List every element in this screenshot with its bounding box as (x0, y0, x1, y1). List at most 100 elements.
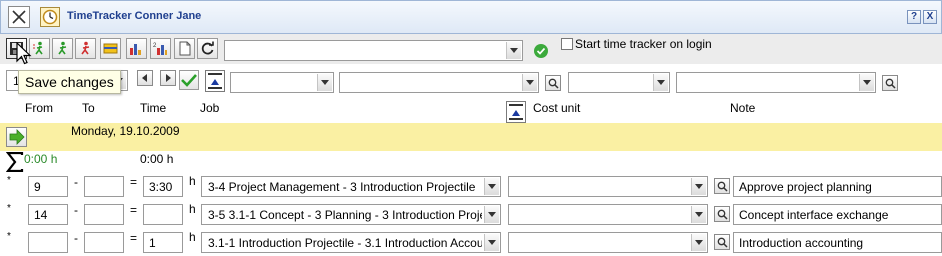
row-hour-unit: h (189, 230, 196, 244)
row-equals: = (130, 231, 138, 245)
cost-unit-sort-button[interactable] (506, 101, 526, 123)
card-icon (103, 43, 118, 54)
statistics-button[interactable] (126, 38, 147, 59)
header-time: Time (140, 101, 167, 115)
walk-green-icon (33, 41, 43, 55)
cost-unit-search-button[interactable] (714, 178, 730, 194)
note-field[interactable]: Concept interface exchange (733, 204, 942, 225)
filter-cost-unit-select[interactable] (568, 72, 670, 93)
new-document-button[interactable] (174, 38, 195, 59)
card-button[interactable] (100, 38, 121, 59)
row-equals: = (130, 203, 138, 217)
sort-icon (509, 104, 523, 120)
note-field[interactable]: Introduction accounting (733, 232, 942, 253)
start-tracker-label: Start time tracker on login (575, 37, 712, 51)
prev-day-button[interactable] (137, 70, 153, 86)
activity-select[interactable] (224, 40, 523, 61)
note-field[interactable]: Approve project planning (733, 176, 942, 197)
cost-unit-select[interactable] (508, 232, 708, 253)
chevron-down-icon (522, 74, 537, 91)
chevron-down-icon (317, 74, 332, 91)
time-field[interactable]: 1 (143, 232, 183, 253)
walk-out-button[interactable] (75, 38, 96, 59)
header-note: Note (730, 101, 756, 115)
chevron-down-icon (859, 74, 874, 91)
header-from: From (25, 101, 53, 115)
bar-chart-2-icon: 2 (153, 43, 167, 55)
row-dash: - (74, 231, 78, 245)
search-icon (717, 237, 728, 248)
to-field[interactable] (84, 204, 124, 225)
sum-icon (6, 152, 24, 172)
window-close-button[interactable]: X (923, 10, 937, 24)
chevron-down-icon (484, 178, 499, 195)
total-elapsed: 0:00 h (24, 152, 58, 166)
walk-in-button[interactable] (52, 38, 73, 59)
refresh-icon (201, 41, 214, 55)
filter-note-select[interactable] (676, 72, 876, 93)
triangle-right-icon (166, 74, 171, 82)
row-equals: = (130, 175, 138, 189)
to-field[interactable] (84, 176, 124, 197)
confirm-button[interactable] (534, 44, 548, 58)
close-button[interactable] (8, 6, 30, 28)
chevron-down-icon (653, 74, 668, 91)
app-clock-icon (40, 7, 60, 27)
help-button[interactable]: ? (907, 10, 921, 24)
triangle-left-icon (142, 74, 147, 82)
job-select[interactable]: 3-5 3.1-1 Concept - 3 Planning - 3 Intro… (201, 204, 501, 225)
cost-unit-select[interactable] (508, 176, 708, 197)
sort-button[interactable] (205, 70, 225, 92)
next-day-button[interactable] (160, 70, 176, 86)
filter-project-select[interactable] (339, 72, 539, 93)
from-field[interactable]: 14 (28, 204, 68, 225)
time-field[interactable]: 3:30 (143, 176, 183, 197)
row-modified-marker: * (7, 175, 11, 186)
chevron-down-icon (484, 206, 499, 223)
chevron-down-icon (691, 206, 706, 223)
search-job-button[interactable] (545, 75, 561, 91)
arrow-right-icon (9, 129, 25, 145)
sort-icon (208, 73, 222, 89)
svg-text:2: 2 (153, 43, 157, 49)
check-icon (536, 47, 546, 55)
header-cost-unit: Cost unit (533, 101, 581, 115)
clock-in-button[interactable] (29, 38, 50, 59)
search-icon (548, 78, 559, 89)
from-field[interactable] (28, 232, 68, 253)
row-hour-unit: h (189, 174, 196, 188)
apply-filter-button[interactable] (179, 70, 199, 90)
row-modified-marker: * (7, 231, 11, 242)
walk-green-icon (58, 41, 67, 55)
bar-chart-icon (130, 44, 141, 55)
window-title: TimeTracker Conner Jane (67, 10, 202, 22)
from-field[interactable]: 9 (28, 176, 68, 197)
filter-job-select[interactable] (230, 72, 334, 93)
row-dash: - (74, 203, 78, 217)
save-tooltip: Save changes (18, 70, 121, 94)
start-day-button[interactable] (6, 127, 27, 147)
row-modified-marker: * (7, 203, 11, 214)
document-icon (179, 41, 191, 56)
to-field[interactable] (84, 232, 124, 253)
job-select[interactable]: 3-4 Project Management - 3 Introduction … (201, 176, 501, 197)
cost-unit-select[interactable] (508, 204, 708, 225)
job-select[interactable]: 3.1-1 Introduction Projectile - 3.1 Intr… (201, 232, 501, 253)
start-tracker-checkbox[interactable] (561, 38, 573, 50)
chevron-down-icon (484, 234, 499, 251)
cost-unit-search-button[interactable] (714, 206, 730, 222)
chevron-down-icon (691, 178, 706, 195)
search-note-button[interactable] (882, 75, 898, 91)
close-icon (12, 10, 26, 24)
refresh-button[interactable] (197, 38, 218, 59)
mouse-cursor-icon (16, 42, 32, 65)
cost-unit-search-button[interactable] (714, 234, 730, 250)
time-field[interactable] (143, 204, 183, 225)
chevron-down-icon (691, 234, 706, 251)
checkmark-icon (181, 74, 197, 87)
row-hour-unit: h (189, 202, 196, 216)
statistics-2-button[interactable]: 2 (150, 38, 171, 59)
total-time: 0:00 h (140, 152, 174, 166)
search-icon (885, 78, 896, 89)
walk-red-icon (81, 41, 90, 55)
